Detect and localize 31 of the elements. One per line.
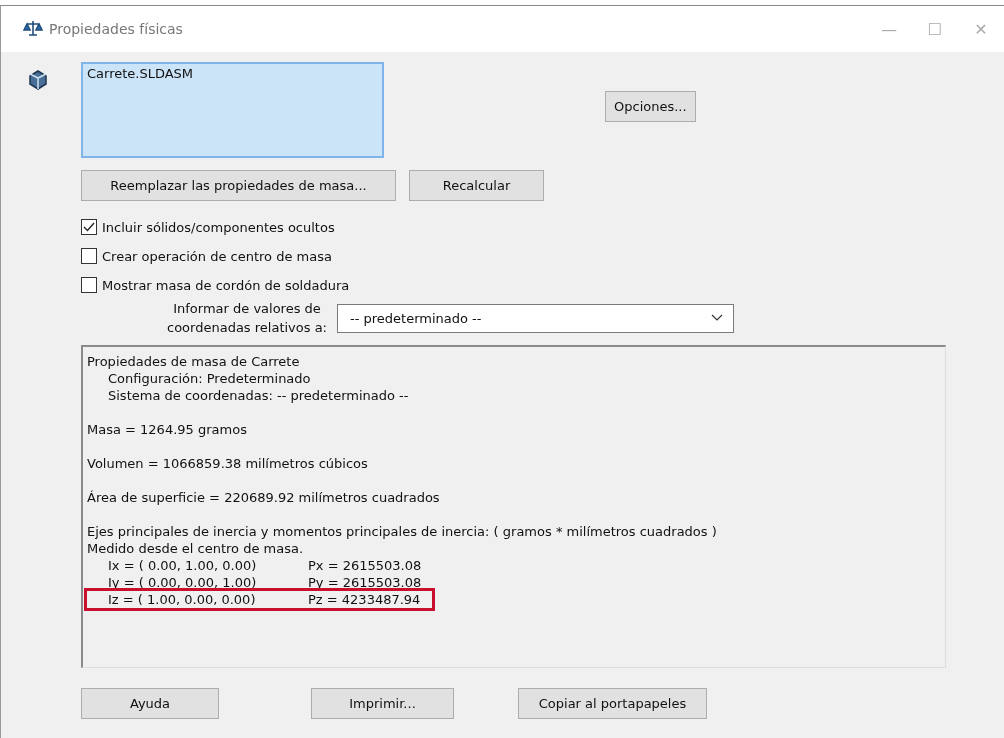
result-line: Volumen = 1066859.38 milímetros cúbicos bbox=[87, 455, 369, 472]
checkbox[interactable] bbox=[81, 248, 97, 264]
copy-button[interactable]: Copiar al portapapeles bbox=[518, 688, 707, 719]
chevron-down-icon bbox=[711, 314, 723, 322]
moment-value: Pz = 4233487.94 bbox=[308, 591, 421, 608]
result-line: Masa = 1264.95 gramos bbox=[87, 421, 248, 438]
result-line: Ejes principales de inercia y momentos principales de inercia: ( gramos * milímetros cuadrados ) bbox=[87, 523, 718, 540]
moment-value: Px = 2615503.08 bbox=[308, 557, 422, 574]
coordinates-dropdown[interactable]: -- predeterminado -- bbox=[337, 303, 734, 333]
print-button[interactable]: Imprimir... bbox=[311, 688, 454, 719]
checkbox-label: Incluir sólidos/componentes ocultos bbox=[102, 219, 335, 235]
result-line: Sistema de coordenadas: -- predeterminado -- bbox=[107, 387, 410, 404]
axis-value: Ix = ( 0.00, 1.00, 0.00) bbox=[108, 557, 258, 574]
checkbox[interactable] bbox=[81, 277, 97, 293]
selection-list[interactable]: Carrete.SLDASM bbox=[81, 62, 384, 158]
result-line: Medido desde el centro de masa. bbox=[87, 540, 305, 557]
override-button[interactable]: Reemplazar las propiedades de masa... bbox=[81, 170, 396, 201]
result-line: Propiedades de masa de Carrete bbox=[87, 353, 301, 370]
checkbox-label: Crear operación de centro de masa bbox=[102, 248, 332, 264]
checkbox[interactable] bbox=[81, 219, 97, 235]
coordinates-label: Informar de valores de coordenadas relativos a: bbox=[166, 300, 328, 337]
checkbox-label: Mostrar masa de cordón de soldadura bbox=[102, 277, 350, 293]
axis-value: Iz = ( 1.00, 0.00, 0.00) bbox=[108, 591, 257, 608]
options-button[interactable]: Opciones... bbox=[605, 91, 696, 122]
list-item[interactable]: Carrete.SLDASM bbox=[87, 66, 378, 81]
result-line: Área de superficie = 220689.92 milímetros cuadrados bbox=[87, 489, 441, 506]
recalculate-button[interactable]: Recalcular bbox=[409, 170, 544, 201]
result-line: Configuración: Predeterminado bbox=[107, 370, 312, 387]
help-button[interactable]: Ayuda bbox=[81, 688, 219, 719]
scale-icon bbox=[23, 19, 43, 39]
window-title: Propiedades físicas bbox=[49, 21, 183, 37]
